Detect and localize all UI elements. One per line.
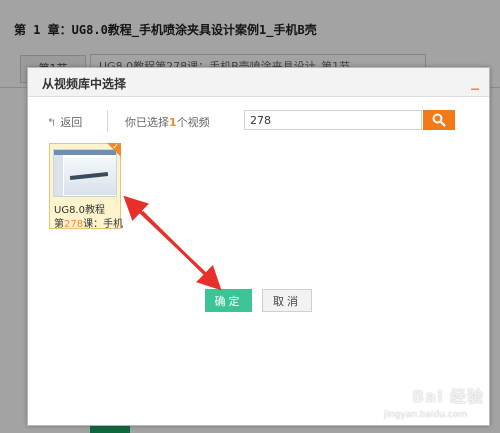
confirm-button[interactable]: 确定 [205, 289, 252, 312]
video-title-line2: 第278课：手机 [54, 215, 123, 230]
dialog-title: 从视频库中选择 [42, 77, 127, 91]
dialog-header: 从视频库中选择 _ [28, 68, 489, 97]
selection-prefix: 你已选择 [125, 116, 169, 129]
cancel-button[interactable]: 取消 [262, 289, 312, 312]
watermark-brand: Bai 经验 [412, 387, 485, 406]
search-input[interactable] [244, 110, 422, 130]
video-title-line1: UG8.0教程 [54, 205, 105, 216]
search-button[interactable] [423, 110, 455, 130]
video-title-suffix: 课：手机 [83, 219, 124, 230]
selection-suffix: 个视频 [176, 116, 210, 129]
video-library-dialog: 从视频库中选择 _ ↰返回 你已选择1个视频 ✓ UG8.0教程 第278课：手… [27, 67, 490, 426]
selection-count: 1 [169, 116, 177, 129]
video-title-number: 278 [64, 219, 84, 230]
search-icon [432, 113, 446, 127]
selection-status: 你已选择1个视频 [125, 114, 210, 130]
paw-logo-icon [389, 384, 410, 407]
close-icon[interactable]: _ [471, 71, 479, 90]
toolbar-separator [107, 110, 108, 132]
back-arrow-icon: ↰ [47, 116, 57, 129]
back-label: 返回 [60, 116, 83, 129]
check-icon: ✓ [112, 142, 119, 151]
video-card[interactable]: ✓ UG8.0教程 第278课：手机 [49, 142, 123, 230]
baidu-watermark: Bai 经验 jingyan.baidu.com [380, 383, 496, 428]
video-title-prefix: 第 [54, 219, 64, 230]
back-button[interactable]: ↰ 返回 [47, 114, 82, 130]
watermark-url: jingyan.baidu.com [384, 410, 468, 420]
